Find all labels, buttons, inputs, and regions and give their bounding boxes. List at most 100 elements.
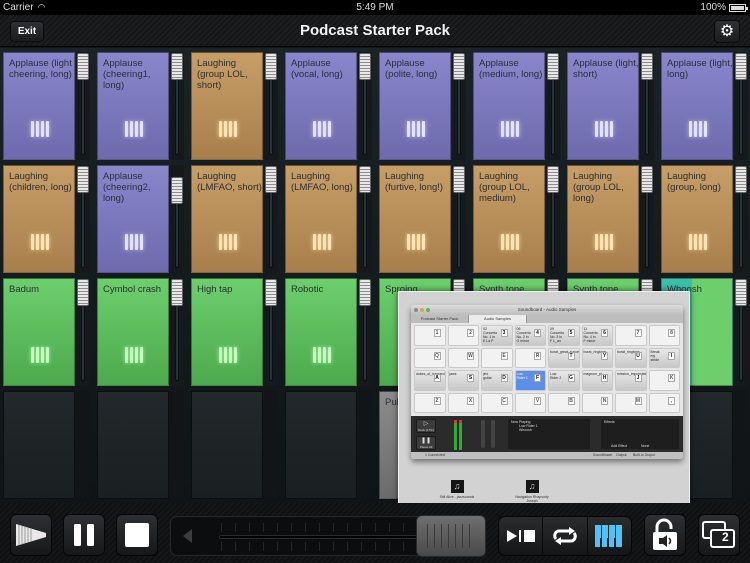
sound-pad[interactable]: Laughing (group LOL, short): [188, 48, 278, 160]
settings-button[interactable]: ⚙: [714, 20, 740, 43]
slider-thumb[interactable]: [641, 166, 653, 193]
sound-pad[interactable]: Applause (medium, long): [470, 48, 560, 160]
sound-pad[interactable]: Laughing (group LOL, long): [564, 161, 654, 273]
sound-pad-button[interactable]: Robotic: [285, 278, 357, 386]
slider-thumb[interactable]: [359, 53, 371, 80]
sound-pad-button[interactable]: High tap: [191, 278, 263, 386]
sound-pad-button[interactable]: Badum: [3, 278, 75, 386]
pad-volume-slider[interactable]: [264, 52, 278, 160]
slider-thumb[interactable]: [171, 53, 183, 80]
sound-pad-button[interactable]: Laughing (children, long): [3, 165, 75, 273]
pad-volume-slider[interactable]: [358, 165, 372, 273]
screens-button[interactable]: 2: [698, 514, 740, 556]
slider-thumb[interactable]: [77, 166, 89, 193]
sound-pad[interactable]: [0, 387, 90, 499]
sound-pad-button[interactable]: Cymbol crash: [97, 278, 169, 386]
pad-volume-slider[interactable]: [546, 165, 560, 273]
pad-volume-slider[interactable]: [640, 52, 654, 160]
sound-pad-button[interactable]: Applause (light cheering, long): [3, 52, 75, 160]
slider-thumb[interactable]: [453, 53, 465, 80]
sound-pad[interactable]: Cymbol crash: [94, 274, 184, 386]
sound-pad-button[interactable]: Laughing (group, long): [661, 165, 733, 273]
keyboard-mode-button[interactable]: [588, 517, 631, 555]
lock-audio-button[interactable]: [644, 514, 686, 556]
sound-pad-button[interactable]: [191, 391, 263, 499]
pad-volume-slider[interactable]: [734, 165, 748, 273]
pad-volume-slider[interactable]: [170, 52, 184, 160]
sound-pad[interactable]: Laughing (furtive, long!): [376, 161, 466, 273]
pad-volume-slider[interactable]: [452, 52, 466, 160]
sound-pad-button[interactable]: Applause (light, short): [567, 52, 639, 160]
play-stop-mode-button[interactable]: [499, 517, 544, 555]
master-volume-slider[interactable]: [170, 515, 486, 557]
sound-pad[interactable]: Applause (cheering2, long): [94, 161, 184, 273]
pad-volume-slider[interactable]: [358, 52, 372, 160]
sound-pad[interactable]: Laughing (group LOL, medium): [470, 161, 560, 273]
sound-pad-button[interactable]: Laughing (group LOL, medium): [473, 165, 545, 273]
sound-pad-button[interactable]: Laughing (furtive, long!): [379, 165, 451, 273]
sound-pad[interactable]: Applause (light, long): [658, 48, 748, 160]
pad-volume-slider[interactable]: [734, 52, 748, 160]
sound-pad[interactable]: Laughing (children, long): [0, 161, 90, 273]
sound-pad[interactable]: Applause (polite, long): [376, 48, 466, 160]
sound-pad-button[interactable]: Applause (light, long): [661, 52, 733, 160]
stop-button[interactable]: [116, 514, 158, 556]
sound-pad[interactable]: Applause (light, short): [564, 48, 654, 160]
pad-volume-slider[interactable]: [640, 165, 654, 273]
pad-volume-slider[interactable]: [76, 278, 90, 386]
sound-pad-button[interactable]: Applause (cheering1, long): [97, 52, 169, 160]
sound-pad[interactable]: [94, 387, 184, 499]
sound-pad-button[interactable]: [3, 391, 75, 499]
sound-pad[interactable]: Applause (cheering1, long): [94, 48, 184, 160]
pad-volume-slider[interactable]: [452, 165, 466, 273]
pad-volume-slider[interactable]: [734, 278, 748, 386]
slider-thumb[interactable]: [453, 166, 465, 193]
sound-pad-button[interactable]: Applause (medium, long): [473, 52, 545, 160]
fade-out-button[interactable]: [10, 514, 52, 556]
pad-volume-slider[interactable]: [264, 278, 278, 386]
sound-pad-button[interactable]: Applause (polite, long): [379, 52, 451, 160]
slider-thumb[interactable]: [359, 279, 371, 306]
slider-thumb[interactable]: [77, 53, 89, 80]
slider-thumb[interactable]: [735, 53, 747, 80]
sound-pad[interactable]: Robotic: [282, 274, 372, 386]
slider-thumb[interactable]: [735, 279, 747, 306]
pad-volume-slider[interactable]: [358, 278, 372, 386]
sound-pad-button[interactable]: [97, 391, 169, 499]
slider-thumb[interactable]: [359, 166, 371, 193]
sound-pad-button[interactable]: Laughing (group LOL, short): [191, 52, 263, 160]
sound-pad[interactable]: Badum: [0, 274, 90, 386]
pad-volume-slider[interactable]: [76, 165, 90, 273]
sound-pad-button[interactable]: Laughing (LMFAO, long): [285, 165, 357, 273]
slider-thumb[interactable]: [547, 166, 559, 193]
pause-button[interactable]: [63, 514, 105, 556]
pad-volume-slider[interactable]: [76, 52, 90, 160]
sound-pad[interactable]: Laughing (group, long): [658, 161, 748, 273]
sound-pad-button[interactable]: Laughing (group LOL, long): [567, 165, 639, 273]
sound-pad[interactable]: Laughing (LMFAO, short): [188, 161, 278, 273]
sound-pad[interactable]: [282, 387, 372, 499]
sound-pad[interactable]: [188, 387, 278, 499]
sound-pad-button[interactable]: [285, 391, 357, 499]
pad-volume-slider[interactable]: [546, 52, 560, 160]
volume-knob[interactable]: [416, 515, 486, 557]
slider-thumb[interactable]: [641, 53, 653, 80]
slider-thumb[interactable]: [171, 177, 183, 204]
sound-pad[interactable]: High tap: [188, 274, 278, 386]
slider-thumb[interactable]: [265, 279, 277, 306]
slider-thumb[interactable]: [735, 166, 747, 193]
pad-volume-slider[interactable]: [264, 165, 278, 273]
sound-pad[interactable]: Applause (light cheering, long): [0, 48, 90, 160]
sound-pad[interactable]: Laughing (LMFAO, long): [282, 161, 372, 273]
sound-pad-button[interactable]: Applause (vocal, long): [285, 52, 357, 160]
slider-thumb[interactable]: [265, 53, 277, 80]
sound-pad-button[interactable]: Applause (cheering2, long): [97, 165, 169, 273]
sound-pad[interactable]: Applause (vocal, long): [282, 48, 372, 160]
loop-mode-button[interactable]: [543, 517, 588, 555]
slider-thumb[interactable]: [77, 279, 89, 306]
slider-thumb[interactable]: [171, 279, 183, 306]
pad-volume-slider[interactable]: [170, 165, 184, 273]
pad-volume-slider[interactable]: [170, 278, 184, 386]
slider-thumb[interactable]: [265, 166, 277, 193]
sound-pad-button[interactable]: Laughing (LMFAO, short): [191, 165, 263, 273]
